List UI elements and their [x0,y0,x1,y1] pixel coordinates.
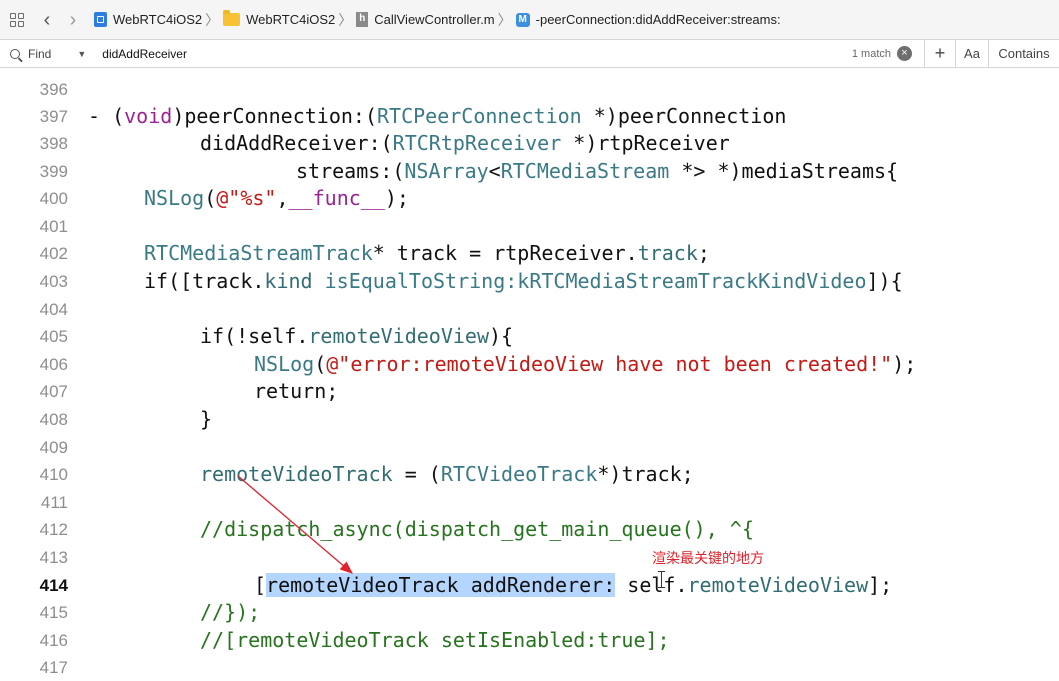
annotation-label: 渲染最关键的地方 [652,550,764,566]
text-cursor-icon [658,571,665,588]
annotation-arrow-icon [237,475,353,574]
